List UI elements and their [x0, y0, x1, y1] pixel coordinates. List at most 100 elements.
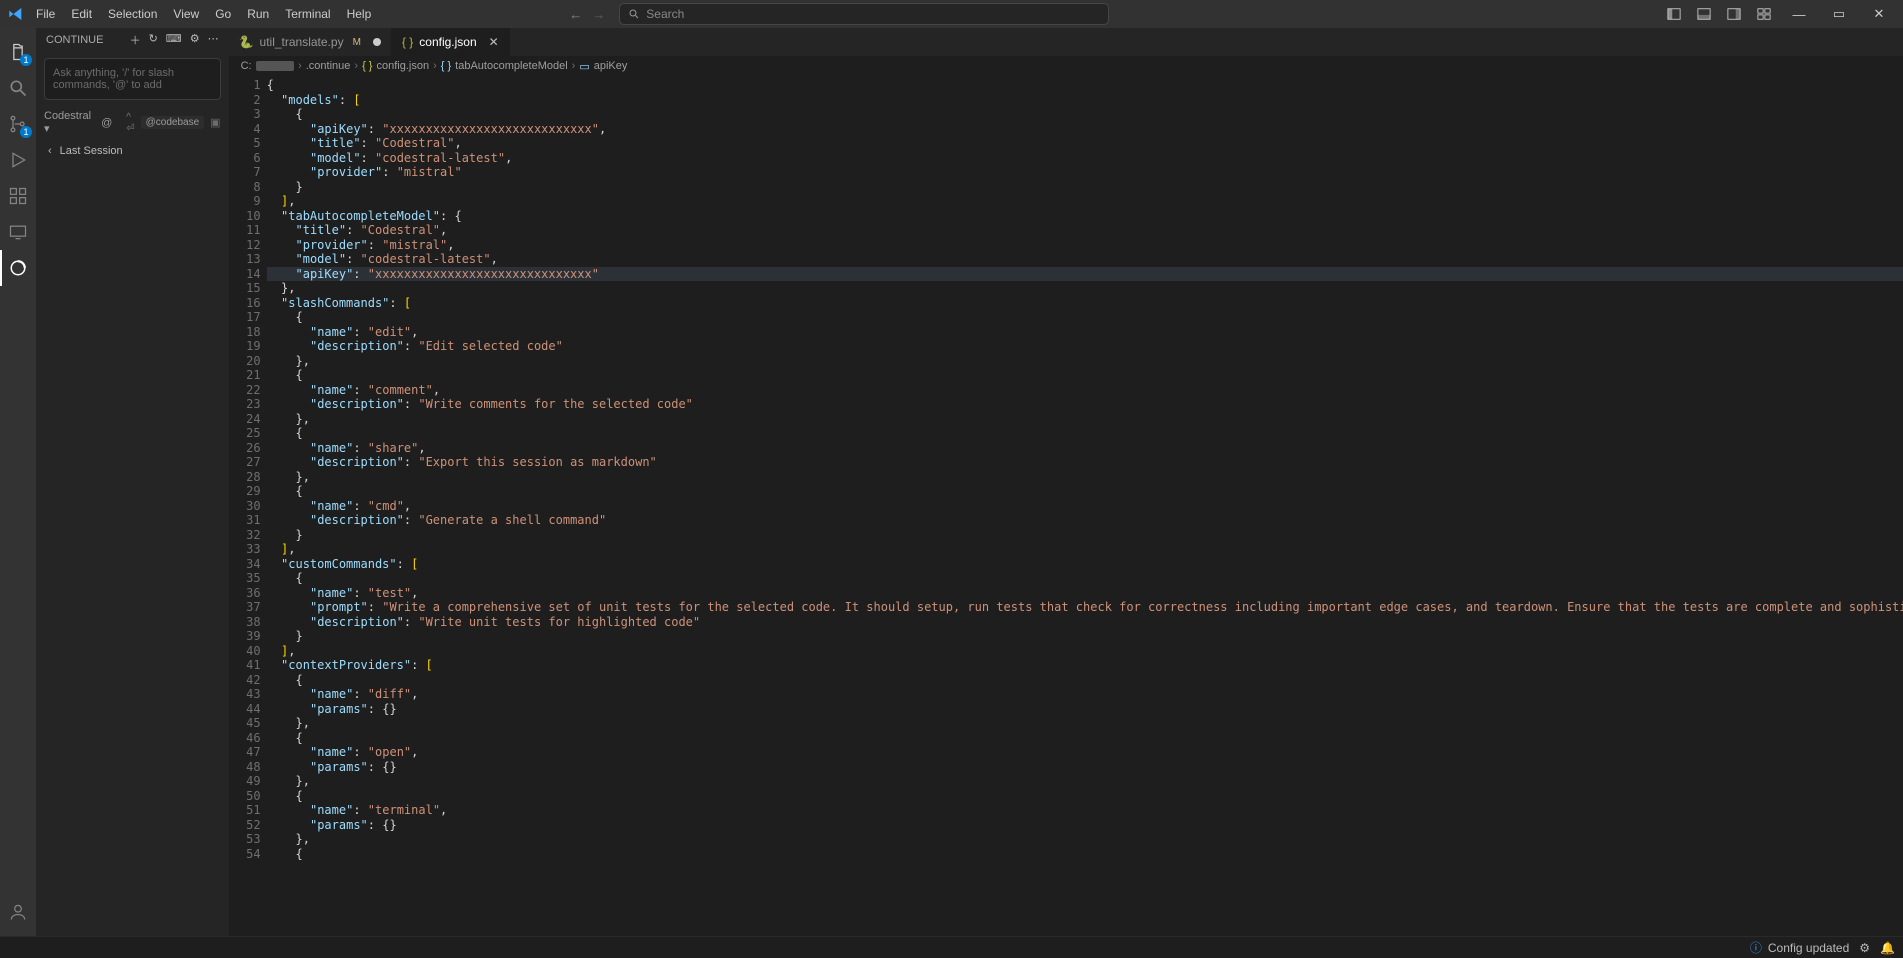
menu-go[interactable]: Go [207, 3, 239, 25]
code-line[interactable]: }, [267, 412, 1903, 427]
code-line[interactable]: "params": {} [267, 818, 1903, 833]
code-line[interactable]: { [267, 368, 1903, 383]
code-line[interactable]: "customCommands": [ [267, 557, 1903, 572]
code-line[interactable]: }, [267, 832, 1903, 847]
nav-forward-icon[interactable]: → [592, 7, 605, 22]
code-line[interactable]: "params": {} [267, 702, 1903, 717]
code-line[interactable]: } [267, 528, 1903, 543]
editor-content[interactable]: { "models": [ { "apiKey": "xxxxxxxxxxxxx… [267, 76, 1903, 936]
history-icon[interactable]: ↻ [149, 32, 158, 48]
activity-remote[interactable] [0, 214, 36, 250]
code-line[interactable]: "name": "test", [267, 586, 1903, 601]
menu-help[interactable]: Help [339, 3, 380, 25]
command-center-search[interactable]: Search [619, 3, 1109, 25]
editor-gutter: 1234567891011121314151617181920212223242… [229, 76, 267, 936]
code-line[interactable]: ], [267, 542, 1903, 557]
code-line[interactable]: "name": "comment", [267, 383, 1903, 398]
layout-panel-icon[interactable] [1697, 7, 1711, 21]
code-line[interactable]: }, [267, 716, 1903, 731]
customize-layout-icon[interactable] [1757, 7, 1771, 21]
code-line[interactable]: "description": "Write comments for the s… [267, 397, 1903, 412]
code-line[interactable]: { [267, 847, 1903, 862]
code-line[interactable]: "name": "cmd", [267, 499, 1903, 514]
code-line[interactable]: { [267, 789, 1903, 804]
code-line[interactable]: "apiKey": "xxxxxxxxxxxxxxxxxxxxxxxxxxxxx… [267, 267, 1903, 282]
menu-view[interactable]: View [165, 3, 207, 25]
layout-sidebar-right-icon[interactable] [1727, 7, 1741, 21]
code-line[interactable]: { [267, 484, 1903, 499]
menu-file[interactable]: File [28, 3, 63, 25]
code-line[interactable]: } [267, 180, 1903, 195]
code-line[interactable]: "contextProviders": [ [267, 658, 1903, 673]
code-line[interactable]: "name": "open", [267, 745, 1903, 760]
activity-accounts[interactable] [0, 894, 36, 930]
code-line[interactable]: "provider": "mistral" [267, 165, 1903, 180]
close-tab-icon[interactable]: ✕ [489, 35, 499, 49]
activity-continue[interactable] [0, 250, 36, 286]
code-line[interactable]: "title": "Codestral", [267, 223, 1903, 238]
code-line[interactable]: { [267, 78, 1903, 93]
code-line[interactable]: "prompt": "Write a comprehensive set of … [267, 600, 1903, 615]
code-line[interactable]: "models": [ [267, 93, 1903, 108]
window-close-icon[interactable]: ✕ [1859, 0, 1899, 28]
editor-tab[interactable]: 🐍util_translate.pyM [229, 28, 392, 56]
code-line[interactable]: "params": {} [267, 760, 1903, 775]
code-line[interactable]: "tabAutocompleteModel": { [267, 209, 1903, 224]
editor-tab[interactable]: { }config.json✕ [392, 28, 510, 56]
code-line[interactable]: "model": "codestral-latest", [267, 151, 1903, 166]
codebase-chip[interactable]: @codebase [141, 116, 205, 129]
code-line[interactable]: "apiKey": "xxxxxxxxxxxxxxxxxxxxxxxxxxxx"… [267, 122, 1903, 137]
code-line[interactable]: "description": "Export this session as m… [267, 455, 1903, 470]
nav-back-icon[interactable]: ← [569, 7, 582, 22]
code-line[interactable]: "title": "Codestral", [267, 136, 1903, 151]
code-line[interactable]: "name": "edit", [267, 325, 1903, 340]
code-line[interactable]: "description": "Write unit tests for hig… [267, 615, 1903, 630]
more-icon[interactable]: ⋯ [208, 32, 219, 48]
status-config-updated[interactable]: ⓘ Config updated [1750, 939, 1849, 956]
code-line[interactable]: "slashCommands": [ [267, 296, 1903, 311]
code-line[interactable]: { [267, 310, 1903, 325]
new-session-icon[interactable]: ＋ [130, 32, 141, 48]
code-line[interactable]: "name": "terminal", [267, 803, 1903, 818]
code-line[interactable]: "name": "share", [267, 441, 1903, 456]
code-line[interactable]: "name": "diff", [267, 687, 1903, 702]
status-settings-icon[interactable]: ⚙ [1859, 941, 1870, 955]
code-line[interactable]: ], [267, 644, 1903, 659]
code-line[interactable]: }, [267, 281, 1903, 296]
activity-extensions[interactable] [0, 178, 36, 214]
code-line[interactable]: }, [267, 470, 1903, 485]
window-minimize-icon[interactable]: ― [1779, 0, 1819, 28]
code-line[interactable]: { [267, 426, 1903, 441]
menu-edit[interactable]: Edit [63, 3, 100, 25]
code-line[interactable]: { [267, 107, 1903, 122]
window-maximize-icon[interactable]: ▭ [1819, 0, 1859, 28]
activity-run-debug[interactable] [0, 142, 36, 178]
code-line[interactable]: ], [267, 194, 1903, 209]
activity-explorer[interactable]: 1 [0, 34, 36, 70]
code-line[interactable]: }, [267, 354, 1903, 369]
code-line[interactable]: "model": "codestral-latest", [267, 252, 1903, 267]
model-selector[interactable]: Codestral ▾ [44, 110, 91, 135]
code-line[interactable]: } [267, 629, 1903, 644]
code-line[interactable]: "description": "Edit selected code" [267, 339, 1903, 354]
menu-terminal[interactable]: Terminal [277, 3, 338, 25]
code-line[interactable]: { [267, 571, 1903, 586]
activity-search[interactable] [0, 70, 36, 106]
menu-selection[interactable]: Selection [100, 3, 165, 25]
settings-icon[interactable]: ⚙ [190, 32, 200, 48]
breadcrumb[interactable]: C: . › .continue › { } config.json › { }… [229, 56, 1903, 76]
code-line[interactable]: "provider": "mistral", [267, 238, 1903, 253]
layout-sidebar-left-icon[interactable] [1667, 7, 1681, 21]
menu-run[interactable]: Run [239, 3, 277, 25]
continue-input[interactable]: Ask anything, '/' for slash commands, '@… [44, 58, 221, 100]
status-notifications-icon[interactable]: 🔔 [1880, 941, 1895, 955]
history-last-session[interactable]: ‹ Last Session [36, 139, 229, 163]
code-line[interactable]: { [267, 731, 1903, 746]
keyboard-icon[interactable]: ⌨ [166, 32, 182, 48]
activity-source-control[interactable]: 1 [0, 106, 36, 142]
send-icon[interactable]: ▣ [210, 116, 220, 129]
code-line[interactable]: }, [267, 774, 1903, 789]
code-line[interactable]: "description": "Generate a shell command… [267, 513, 1903, 528]
code-line[interactable]: { [267, 673, 1903, 688]
at-icon[interactable]: @ [101, 117, 112, 129]
